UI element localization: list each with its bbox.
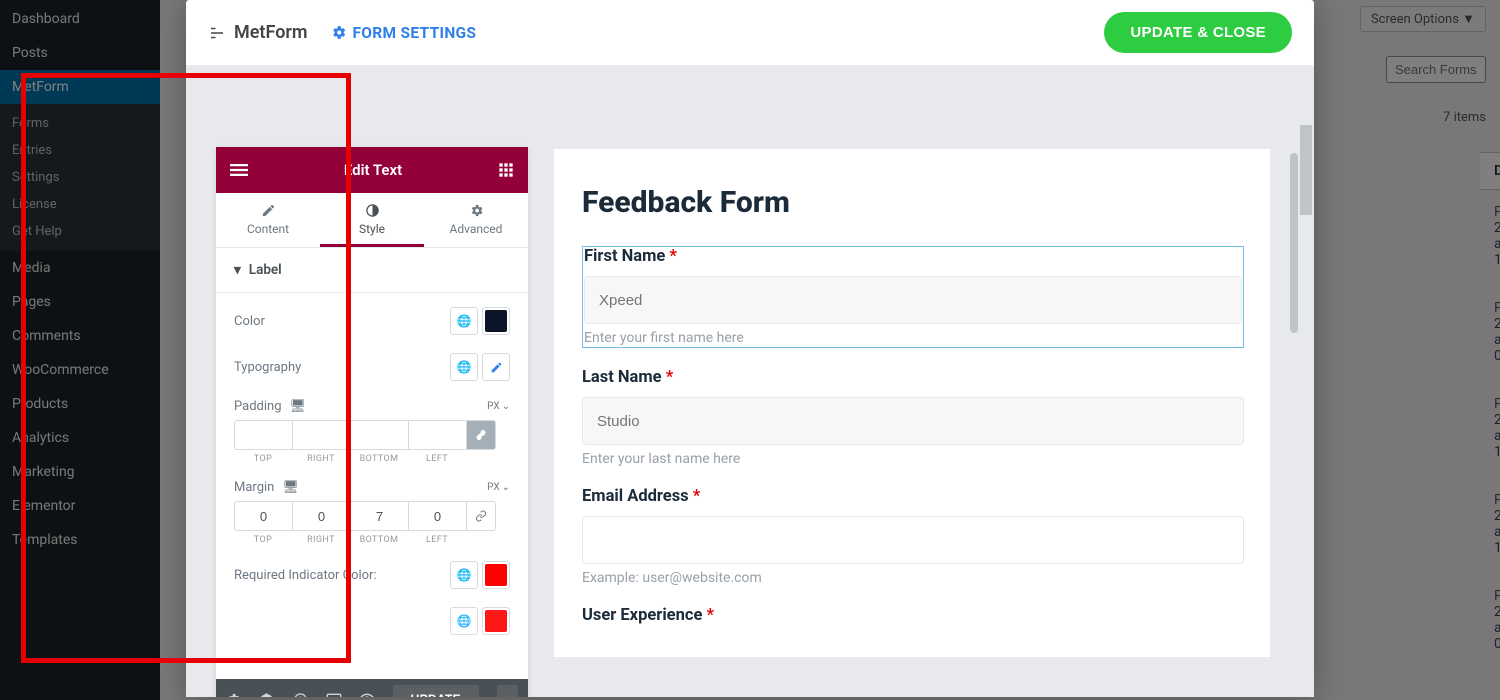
- update-options-button[interactable]: [497, 685, 518, 697]
- link-values-button[interactable]: [466, 501, 496, 531]
- last-name-input[interactable]: [582, 397, 1244, 445]
- padding-left-input[interactable]: [408, 420, 466, 450]
- field-help: Enter your last name here: [582, 451, 1244, 467]
- form-title: Feedback Form: [582, 185, 1244, 220]
- caret-down-icon: ▾: [234, 262, 241, 278]
- globe-icon[interactable]: 🌐: [450, 353, 478, 381]
- typography-label: Typography: [234, 360, 301, 375]
- tab-style[interactable]: Style: [320, 193, 424, 247]
- preview-scrollbar-thumb[interactable]: [1290, 153, 1298, 333]
- grid-icon[interactable]: [498, 162, 514, 178]
- preview-icon[interactable]: [359, 693, 378, 697]
- responsive-icon[interactable]: 🖥: [290, 399, 307, 414]
- margin-bottom-input[interactable]: [350, 501, 408, 531]
- settings-icon[interactable]: [226, 692, 245, 698]
- required-indicator: *: [693, 487, 701, 506]
- field-user-experience[interactable]: User Experience *: [582, 606, 1244, 625]
- unit-selector[interactable]: PX ⌄: [487, 482, 510, 493]
- field-help: Enter your first name here: [584, 330, 1242, 346]
- color-label: Color: [234, 314, 265, 329]
- form-preview-canvas[interactable]: Feedback Form First Name * Enter your fi…: [554, 149, 1270, 657]
- margin-right-input[interactable]: [292, 501, 350, 531]
- field-label: Last Name *: [582, 368, 1244, 387]
- link-values-button[interactable]: [466, 420, 496, 450]
- globe-icon[interactable]: 🌐: [450, 607, 478, 635]
- padding-bottom-input[interactable]: [350, 420, 408, 450]
- padding-right-input[interactable]: [292, 420, 350, 450]
- brand-title: MetForm: [208, 22, 308, 43]
- update-close-button[interactable]: UPDATE & CLOSE: [1104, 12, 1292, 53]
- margin-top-input[interactable]: [234, 501, 292, 531]
- margin-left-input[interactable]: [408, 501, 466, 531]
- required-indicator: *: [706, 606, 714, 625]
- field-first-name[interactable]: First Name * Enter your first name here: [582, 246, 1244, 348]
- tab-content[interactable]: Content: [216, 193, 320, 247]
- field-label: User Experience *: [582, 606, 1244, 625]
- first-name-input[interactable]: [584, 276, 1242, 324]
- contrast-icon: [365, 203, 380, 218]
- panel-title: Edit Text: [344, 161, 402, 179]
- section-label-toggle[interactable]: ▾ Label: [216, 248, 528, 293]
- required-indicator-label: Required Indicator Color:: [234, 568, 377, 583]
- hamburger-icon[interactable]: [230, 161, 248, 179]
- padding-top-input[interactable]: [234, 420, 292, 450]
- form-settings-button[interactable]: FORM SETTINGS: [330, 24, 477, 42]
- field-label: First Name *: [584, 247, 1242, 266]
- margin-control: Margin 🖥 PX ⌄ TOPRIGHTBOTTOMLEFT: [234, 480, 510, 545]
- globe-icon[interactable]: 🌐: [450, 307, 478, 335]
- brand-icon: [208, 24, 226, 42]
- elementor-panel-header: Edit Text: [216, 147, 528, 193]
- color-swatch[interactable]: [482, 607, 510, 635]
- chevron-down-icon: ⌄: [502, 482, 510, 493]
- unit-selector[interactable]: PX ⌄: [487, 401, 510, 412]
- responsive-icon[interactable]: 🖥: [282, 480, 299, 495]
- field-help: Example: user@website.com: [582, 570, 1244, 586]
- navigator-icon[interactable]: [259, 692, 278, 698]
- globe-icon[interactable]: 🌐: [450, 561, 478, 589]
- field-label: Email Address *: [582, 487, 1244, 506]
- color-swatch[interactable]: [482, 307, 510, 335]
- editor-modal: MetForm FORM SETTINGS UPDATE & CLOSE Fee…: [186, 0, 1314, 697]
- email-input[interactable]: [582, 516, 1244, 564]
- panel-update-button[interactable]: UPDATE: [393, 685, 479, 697]
- modal-header: MetForm FORM SETTINGS UPDATE & CLOSE: [186, 0, 1314, 65]
- gear-icon: [330, 24, 347, 41]
- required-indicator: *: [666, 368, 674, 387]
- elementor-panel: Edit Text Content Style Advanced: [216, 147, 528, 697]
- edit-typography-button[interactable]: [482, 353, 510, 381]
- chevron-down-icon: ⌄: [502, 401, 510, 412]
- field-last-name[interactable]: Last Name * Enter your last name here: [582, 368, 1244, 467]
- padding-control: Padding 🖥 PX ⌄ TOPRIGHTBOTTOMLEFT: [234, 399, 510, 464]
- responsive-mode-icon[interactable]: [326, 692, 345, 697]
- gear-icon: [469, 203, 484, 218]
- tab-advanced[interactable]: Advanced: [424, 193, 528, 247]
- pencil-icon: [261, 203, 276, 218]
- color-swatch[interactable]: [482, 561, 510, 589]
- required-indicator: *: [669, 247, 677, 266]
- history-icon[interactable]: [293, 692, 312, 698]
- elementor-panel-footer: UPDATE: [216, 679, 528, 697]
- field-email[interactable]: Email Address * Example: user@website.co…: [582, 487, 1244, 586]
- modal-scrollbar-thumb[interactable]: [1300, 125, 1312, 215]
